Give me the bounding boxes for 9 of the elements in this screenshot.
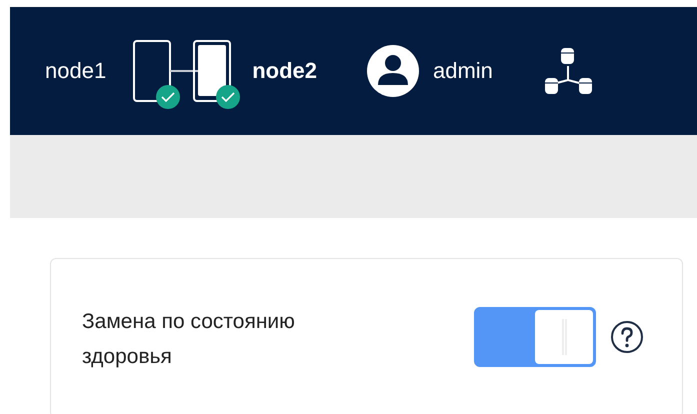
user-avatar-icon[interactable] — [366, 45, 419, 97]
setting-label: Замена по состоянию здоровья — [82, 309, 296, 370]
user-name[interactable]: admin — [432, 58, 493, 84]
connector-line — [170, 70, 200, 72]
network-topology-icon[interactable] — [542, 46, 593, 96]
health-replace-toggle[interactable] — [474, 307, 596, 367]
node-name[interactable]: node1 — [45, 58, 132, 84]
node-name[interactable]: node2 — [240, 58, 317, 84]
help-icon[interactable] — [610, 320, 644, 354]
